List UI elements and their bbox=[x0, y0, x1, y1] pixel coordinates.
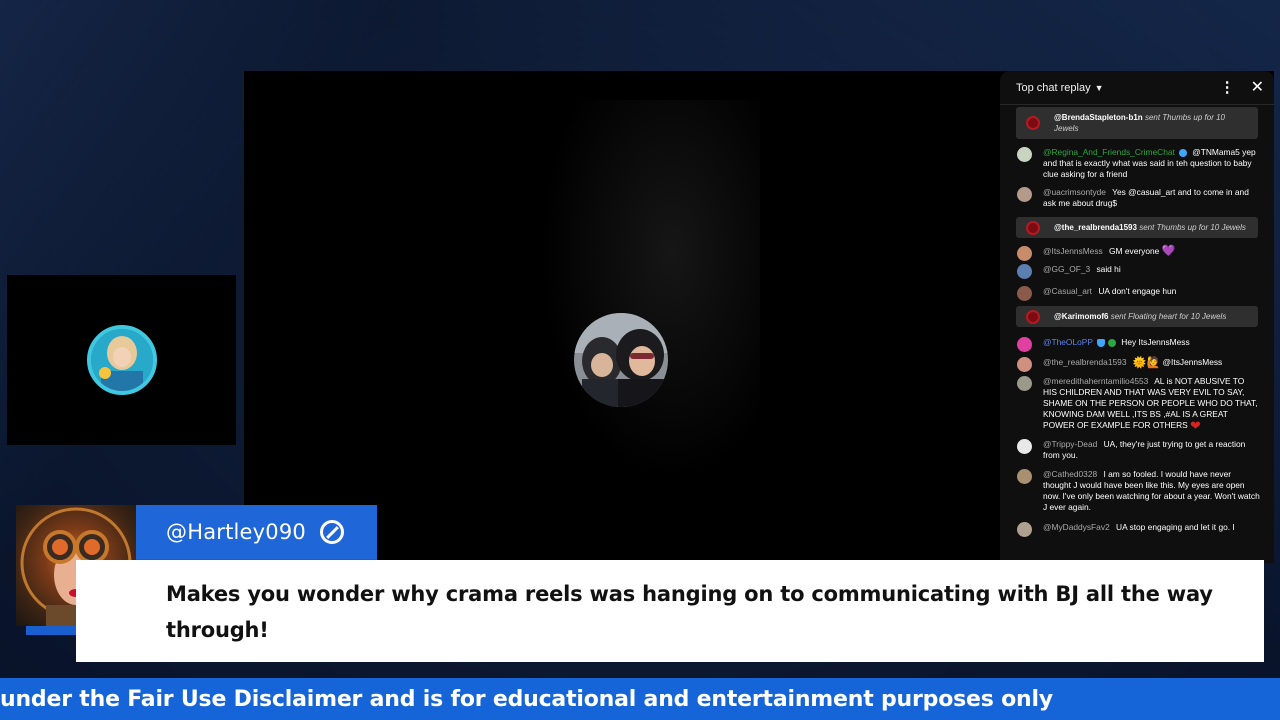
message-text: Hey ItsJennsMess bbox=[1121, 337, 1190, 348]
chat-message: @uacrimsontyde Yes @casual_art and to co… bbox=[1000, 187, 1274, 209]
chat-message: @Casual_art UA don't engage hun bbox=[1000, 286, 1274, 302]
host-avatar-image bbox=[91, 329, 153, 391]
news-ticker: under the Fair Use Disclaimer and is for… bbox=[0, 678, 1280, 720]
message-author: @TheOLoPP bbox=[1043, 337, 1093, 348]
message-author: @uacrimsontyde bbox=[1043, 187, 1106, 197]
message-text: UA don't engage hun bbox=[1098, 286, 1177, 297]
chat-message: @MyDaddysFav2 UA stop engaging and let i… bbox=[1000, 521, 1274, 537]
chat-message: @the_realbrenda1593 🌞🙋 @ItsJennsMess bbox=[1000, 356, 1274, 373]
message-author: @Trippy-Dead bbox=[1043, 438, 1098, 449]
verified-badge-icon bbox=[1178, 148, 1187, 157]
ticker-text: under the Fair Use Disclaimer and is for… bbox=[0, 686, 1053, 712]
gift-author: @BrendaStapleton-b1n bbox=[1054, 113, 1143, 122]
gift-icon bbox=[1026, 309, 1040, 324]
chat-message: @Regina_And_Friends_CrimeChat @TNMama5 y… bbox=[1000, 147, 1274, 180]
chat-message: @meredithaherntamilio4553 AL is NOT ABUS… bbox=[1000, 375, 1274, 433]
message-author: @MyDaddysFav2 bbox=[1043, 521, 1110, 532]
message-text: @ItsJennsMess bbox=[1162, 357, 1223, 368]
verified-check-icon bbox=[320, 520, 344, 544]
message-author: @Casual_art bbox=[1043, 286, 1093, 297]
commenter-name-tag: @Hartley090 bbox=[136, 505, 377, 559]
gift-icon bbox=[1026, 116, 1040, 130]
chat-header: Top chat replay ▼ ⋮ ✕ bbox=[1000, 71, 1274, 105]
guest-avatar-image bbox=[574, 313, 668, 407]
gift-text: sent Floating heart for 10 Jewels bbox=[1110, 312, 1227, 322]
message-text: said hi bbox=[1096, 264, 1121, 275]
chat-messages[interactable]: @BrendaStapleton-b1n sent Thumbs up for … bbox=[1000, 107, 1274, 537]
gift-author: @the_realbrenda1593 bbox=[1054, 223, 1137, 232]
message-author: @meredithaherntamilio4553 bbox=[1043, 375, 1149, 386]
avatar bbox=[1017, 337, 1032, 353]
chat-message: @Trippy-Dead UA, they're just trying to … bbox=[1000, 438, 1274, 461]
avatar bbox=[1017, 187, 1032, 202]
more-options-icon[interactable]: ⋮ bbox=[1220, 80, 1235, 95]
red-heart-emoji: ❤ bbox=[1190, 417, 1201, 433]
avatar bbox=[1017, 357, 1032, 373]
gift-icon bbox=[1026, 220, 1040, 235]
guest-avatar bbox=[574, 313, 668, 407]
purple-heart-emoji: 💜 bbox=[1161, 245, 1176, 258]
avatar bbox=[1017, 468, 1032, 484]
featured-comment: Makes you wonder why crama reels was han… bbox=[76, 560, 1264, 662]
commenter-handle: @Hartley090 bbox=[166, 520, 306, 544]
message-author: @Cathed0328 bbox=[1043, 468, 1098, 479]
avatar bbox=[1017, 521, 1032, 537]
close-icon[interactable]: ✕ bbox=[1251, 79, 1264, 96]
message-author: @the_realbrenda1593 bbox=[1043, 357, 1127, 368]
chat-mode-selector[interactable]: Top chat replay bbox=[1016, 82, 1091, 94]
chevron-down-icon[interactable]: ▼ bbox=[1095, 83, 1104, 93]
chat-message: @ItsJennsMess GM everyone 💜 bbox=[1000, 245, 1274, 261]
comment-text: Makes you wonder why crama reels was han… bbox=[166, 582, 1213, 642]
member-badge-icon bbox=[1107, 339, 1116, 348]
moderator-badge-icon bbox=[1096, 339, 1105, 348]
chat-message: @TheOLoPP Hey ItsJennsMess bbox=[1000, 337, 1274, 353]
host-avatar bbox=[87, 325, 157, 395]
message-author: @ItsJennsMess bbox=[1043, 246, 1103, 256]
live-chat-panel: Top chat replay ▼ ⋮ ✕ @BrendaStapleton-b… bbox=[1000, 71, 1274, 563]
message-mention: @TNMama5 bbox=[1192, 147, 1240, 157]
sun-wave-emoji: 🌞🙋 bbox=[1132, 356, 1161, 369]
gift-text: sent Thumbs up for 10 Jewels bbox=[1139, 223, 1246, 232]
avatar bbox=[1017, 375, 1032, 391]
gift-author: @Karimomof6 bbox=[1054, 312, 1109, 322]
gift-message: @Karimomof6 sent Floating heart for 10 J… bbox=[1016, 306, 1258, 328]
gift-message: @BrendaStapleton-b1n sent Thumbs up for … bbox=[1016, 107, 1258, 139]
stage-glow bbox=[540, 100, 760, 480]
chat-message: @GG_OF_3 said hi bbox=[1000, 264, 1274, 280]
avatar bbox=[1017, 286, 1032, 302]
message-text: GM everyone bbox=[1109, 246, 1160, 256]
avatar bbox=[1017, 264, 1032, 280]
avatar bbox=[1017, 147, 1032, 162]
message-text: UA stop engaging and let it go. I bbox=[1116, 521, 1235, 532]
avatar bbox=[1017, 246, 1032, 261]
message-author: @GG_OF_3 bbox=[1043, 264, 1091, 275]
gift-message: @the_realbrenda1593 sent Thumbs up for 1… bbox=[1016, 217, 1258, 238]
message-author: @Regina_And_Friends_CrimeChat bbox=[1043, 147, 1175, 157]
avatar bbox=[1017, 438, 1032, 454]
chat-message: @Cathed0328 I am so fooled. I would have… bbox=[1000, 468, 1274, 513]
